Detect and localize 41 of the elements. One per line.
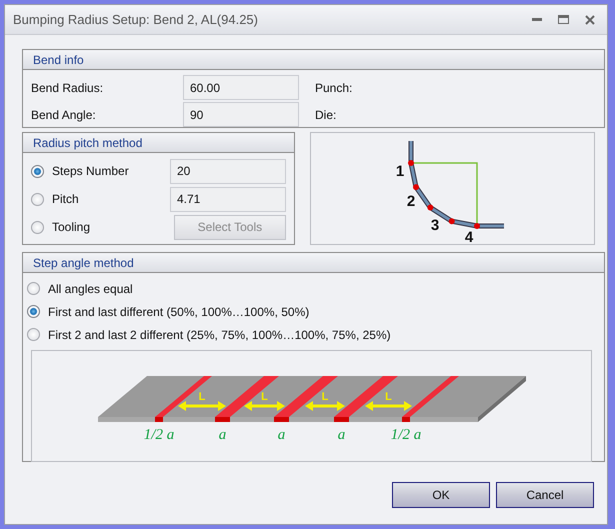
input-field[interactable]: 4.71 (170, 186, 286, 212)
stripe-label: a (338, 427, 346, 443)
double-arrow-icon (178, 401, 226, 411)
field-label: Die: (315, 106, 336, 124)
stripe-label: 1/2 a (390, 427, 422, 443)
stripe-label: 1/2 a (144, 427, 174, 443)
radio-button[interactable] (31, 164, 44, 178)
double-arrow-icon (244, 401, 285, 411)
radio-button[interactable] (31, 192, 44, 206)
spacing-label: L (322, 391, 328, 403)
field-label: Punch: (315, 80, 352, 96)
option-label: Pitch (52, 191, 80, 208)
input-field[interactable]: 20 (170, 158, 286, 184)
radio-button[interactable] (27, 305, 40, 318)
step-number: 3 (430, 217, 440, 234)
option-label: Tooling (52, 219, 92, 236)
option-label: Steps Number (52, 163, 130, 180)
option-label: First and last different (50%, 100%…100%, 50%) (48, 304, 310, 320)
radio-button[interactable] (27, 282, 40, 295)
option-label: First 2 and last 2 different (25%, 75%, 100%…100%, 75%, 25%) (48, 326, 391, 344)
step-number: 1 (396, 163, 404, 180)
dialog-button[interactable]: OK (392, 482, 490, 508)
double-arrow-icon (365, 401, 412, 411)
window-title: Bumping Radius Setup: Bend 2, AL(94.25) (13, 10, 258, 29)
spacing-label: L (385, 391, 392, 403)
step-number: 2 (406, 193, 416, 210)
stripe-label: a (218, 427, 226, 443)
step-number: 4 (464, 229, 474, 244)
field-label: Bend Radius: (31, 80, 104, 96)
option-label: All angles equal (48, 280, 133, 298)
maximize-icon[interactable] (558, 15, 569, 24)
double-arrow-icon (305, 401, 345, 411)
field-label: Bend Angle: (31, 106, 97, 124)
input-field[interactable]: 60.00 (183, 75, 299, 100)
spacing-label: L (261, 391, 268, 403)
dialog-button[interactable]: Cancel (496, 482, 594, 508)
close-icon[interactable] (585, 14, 595, 24)
input-field[interactable]: 90 (183, 102, 299, 127)
stripe-label: a (278, 427, 286, 443)
spacing-label: L (198, 391, 206, 403)
radio-button[interactable] (27, 328, 40, 341)
